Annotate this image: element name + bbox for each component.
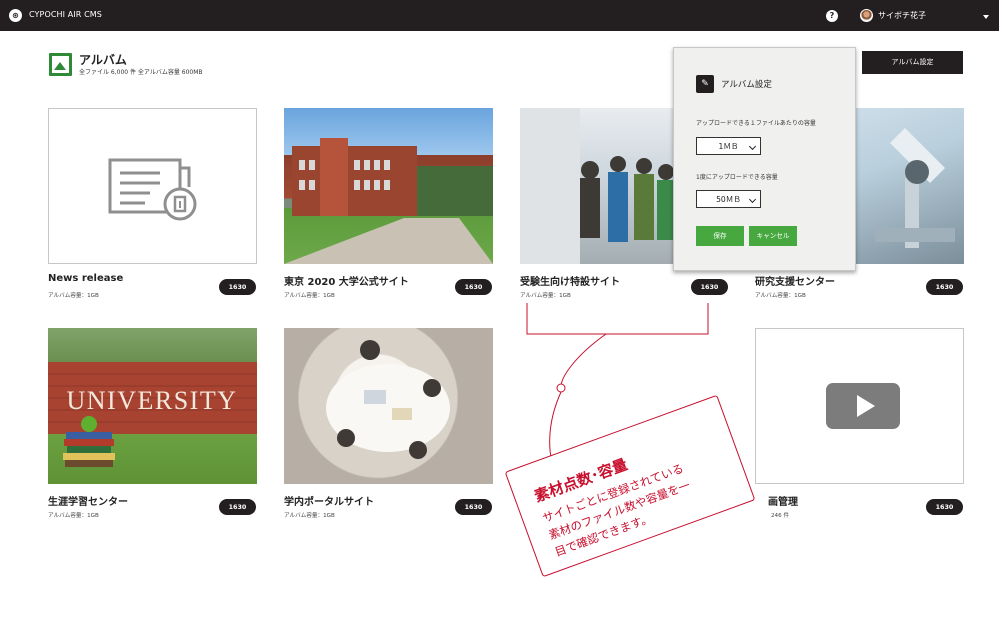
university-sign-image: UNIVERSITY bbox=[48, 362, 257, 467]
album-capacity: アルバム容量：1GB bbox=[284, 293, 335, 299]
album-icon bbox=[49, 53, 72, 76]
avatar[interactable] bbox=[860, 9, 873, 22]
chevron-down-icon bbox=[748, 142, 757, 151]
album-title[interactable]: 学内ポータルサイト bbox=[284, 493, 374, 508]
cms-logo-icon[interactable]: ⊛ bbox=[9, 9, 22, 22]
album-title[interactable]: 東京 2020 大学公式サイト bbox=[284, 273, 409, 288]
file-count-badge[interactable]: 1630 bbox=[926, 279, 963, 295]
album-settings-popover: ✎ アルバム設定 アップロードできる１ファイルあたりの容量 1ＭＢ 1度にアップ… bbox=[673, 47, 856, 271]
album-title[interactable]: 受験生向け特設サイト bbox=[520, 273, 620, 288]
page-title: アルバム bbox=[79, 53, 127, 67]
album-title[interactable]: News release bbox=[48, 273, 123, 284]
album-thumbnail-lifelong[interactable]: UNIVERSITY bbox=[48, 328, 257, 484]
file-count-badge[interactable]: 1630 bbox=[219, 499, 256, 515]
album-capacity: アルバム容量：1GB bbox=[284, 513, 335, 519]
album-thumbnail-portal[interactable] bbox=[284, 328, 493, 484]
per-file-limit-label: アップロードできる１ファイルあたりの容量 bbox=[696, 120, 816, 127]
file-count-badge[interactable]: 1630 bbox=[691, 279, 728, 295]
video-play-icon bbox=[826, 383, 900, 429]
university-sign-text: UNIVERSITY bbox=[67, 386, 238, 415]
chevron-down-icon bbox=[748, 195, 757, 204]
file-count-badge[interactable]: 1630 bbox=[455, 279, 492, 295]
album-capacity: 246 件 bbox=[771, 513, 790, 519]
album-capacity: アルバム容量：1GB bbox=[520, 293, 571, 299]
album-title[interactable]: 生涯学習センター bbox=[48, 493, 128, 508]
document-icon bbox=[108, 158, 197, 221]
per-batch-limit-select[interactable]: 50ＭＢ bbox=[696, 190, 761, 208]
per-batch-limit-value: 50ＭＢ bbox=[716, 195, 741, 204]
cancel-button[interactable]: キャンセル bbox=[749, 226, 797, 246]
album-capacity: アルバム容量：1GB bbox=[48, 293, 99, 299]
album-capacity: アルバム容量：1GB bbox=[48, 513, 99, 519]
file-count-badge[interactable]: 1630 bbox=[926, 499, 963, 515]
annotation-note: 素材点数･容量 サイトごとに登録されている 素材のファイル数や容量を一 目で確認… bbox=[504, 394, 756, 578]
album-thumbnail-campus[interactable] bbox=[284, 108, 493, 264]
user-menu-caret-icon[interactable] bbox=[983, 15, 989, 19]
meeting-table-image bbox=[326, 340, 450, 459]
album-title[interactable]: 研究支援センター bbox=[755, 273, 835, 288]
per-batch-limit-label: 1度にアップロードできる容量 bbox=[696, 174, 778, 181]
campus-building-image bbox=[284, 138, 493, 264]
per-file-limit-select[interactable]: 1ＭＢ bbox=[696, 137, 761, 155]
popover-title: アルバム設定 bbox=[721, 80, 772, 90]
album-settings-button[interactable]: アルバム設定 bbox=[862, 51, 963, 74]
album-capacity: アルバム容量：1GB bbox=[755, 293, 806, 299]
help-icon[interactable]: ? bbox=[826, 10, 838, 22]
file-count-badge[interactable]: 1630 bbox=[455, 499, 492, 515]
app-name[interactable]: CYPOCHI AIR CMS bbox=[29, 10, 102, 19]
top-bar: ⊛ CYPOCHI AIR CMS ? サイボチ花子 bbox=[0, 0, 999, 31]
album-thumbnail-video[interactable] bbox=[755, 328, 964, 484]
file-count-badge[interactable]: 1630 bbox=[219, 279, 256, 295]
page-stats: 全ファイル 6,000 件 全アルバム容量 600MB bbox=[79, 69, 203, 76]
per-file-limit-value: 1ＭＢ bbox=[718, 142, 739, 151]
album-thumbnail-news[interactable] bbox=[48, 108, 257, 264]
album-title[interactable]: 画管理 bbox=[768, 493, 798, 508]
save-button[interactable]: 保存 bbox=[696, 226, 744, 246]
user-name[interactable]: サイボチ花子 bbox=[878, 10, 926, 21]
pencil-icon: ✎ bbox=[696, 75, 714, 93]
